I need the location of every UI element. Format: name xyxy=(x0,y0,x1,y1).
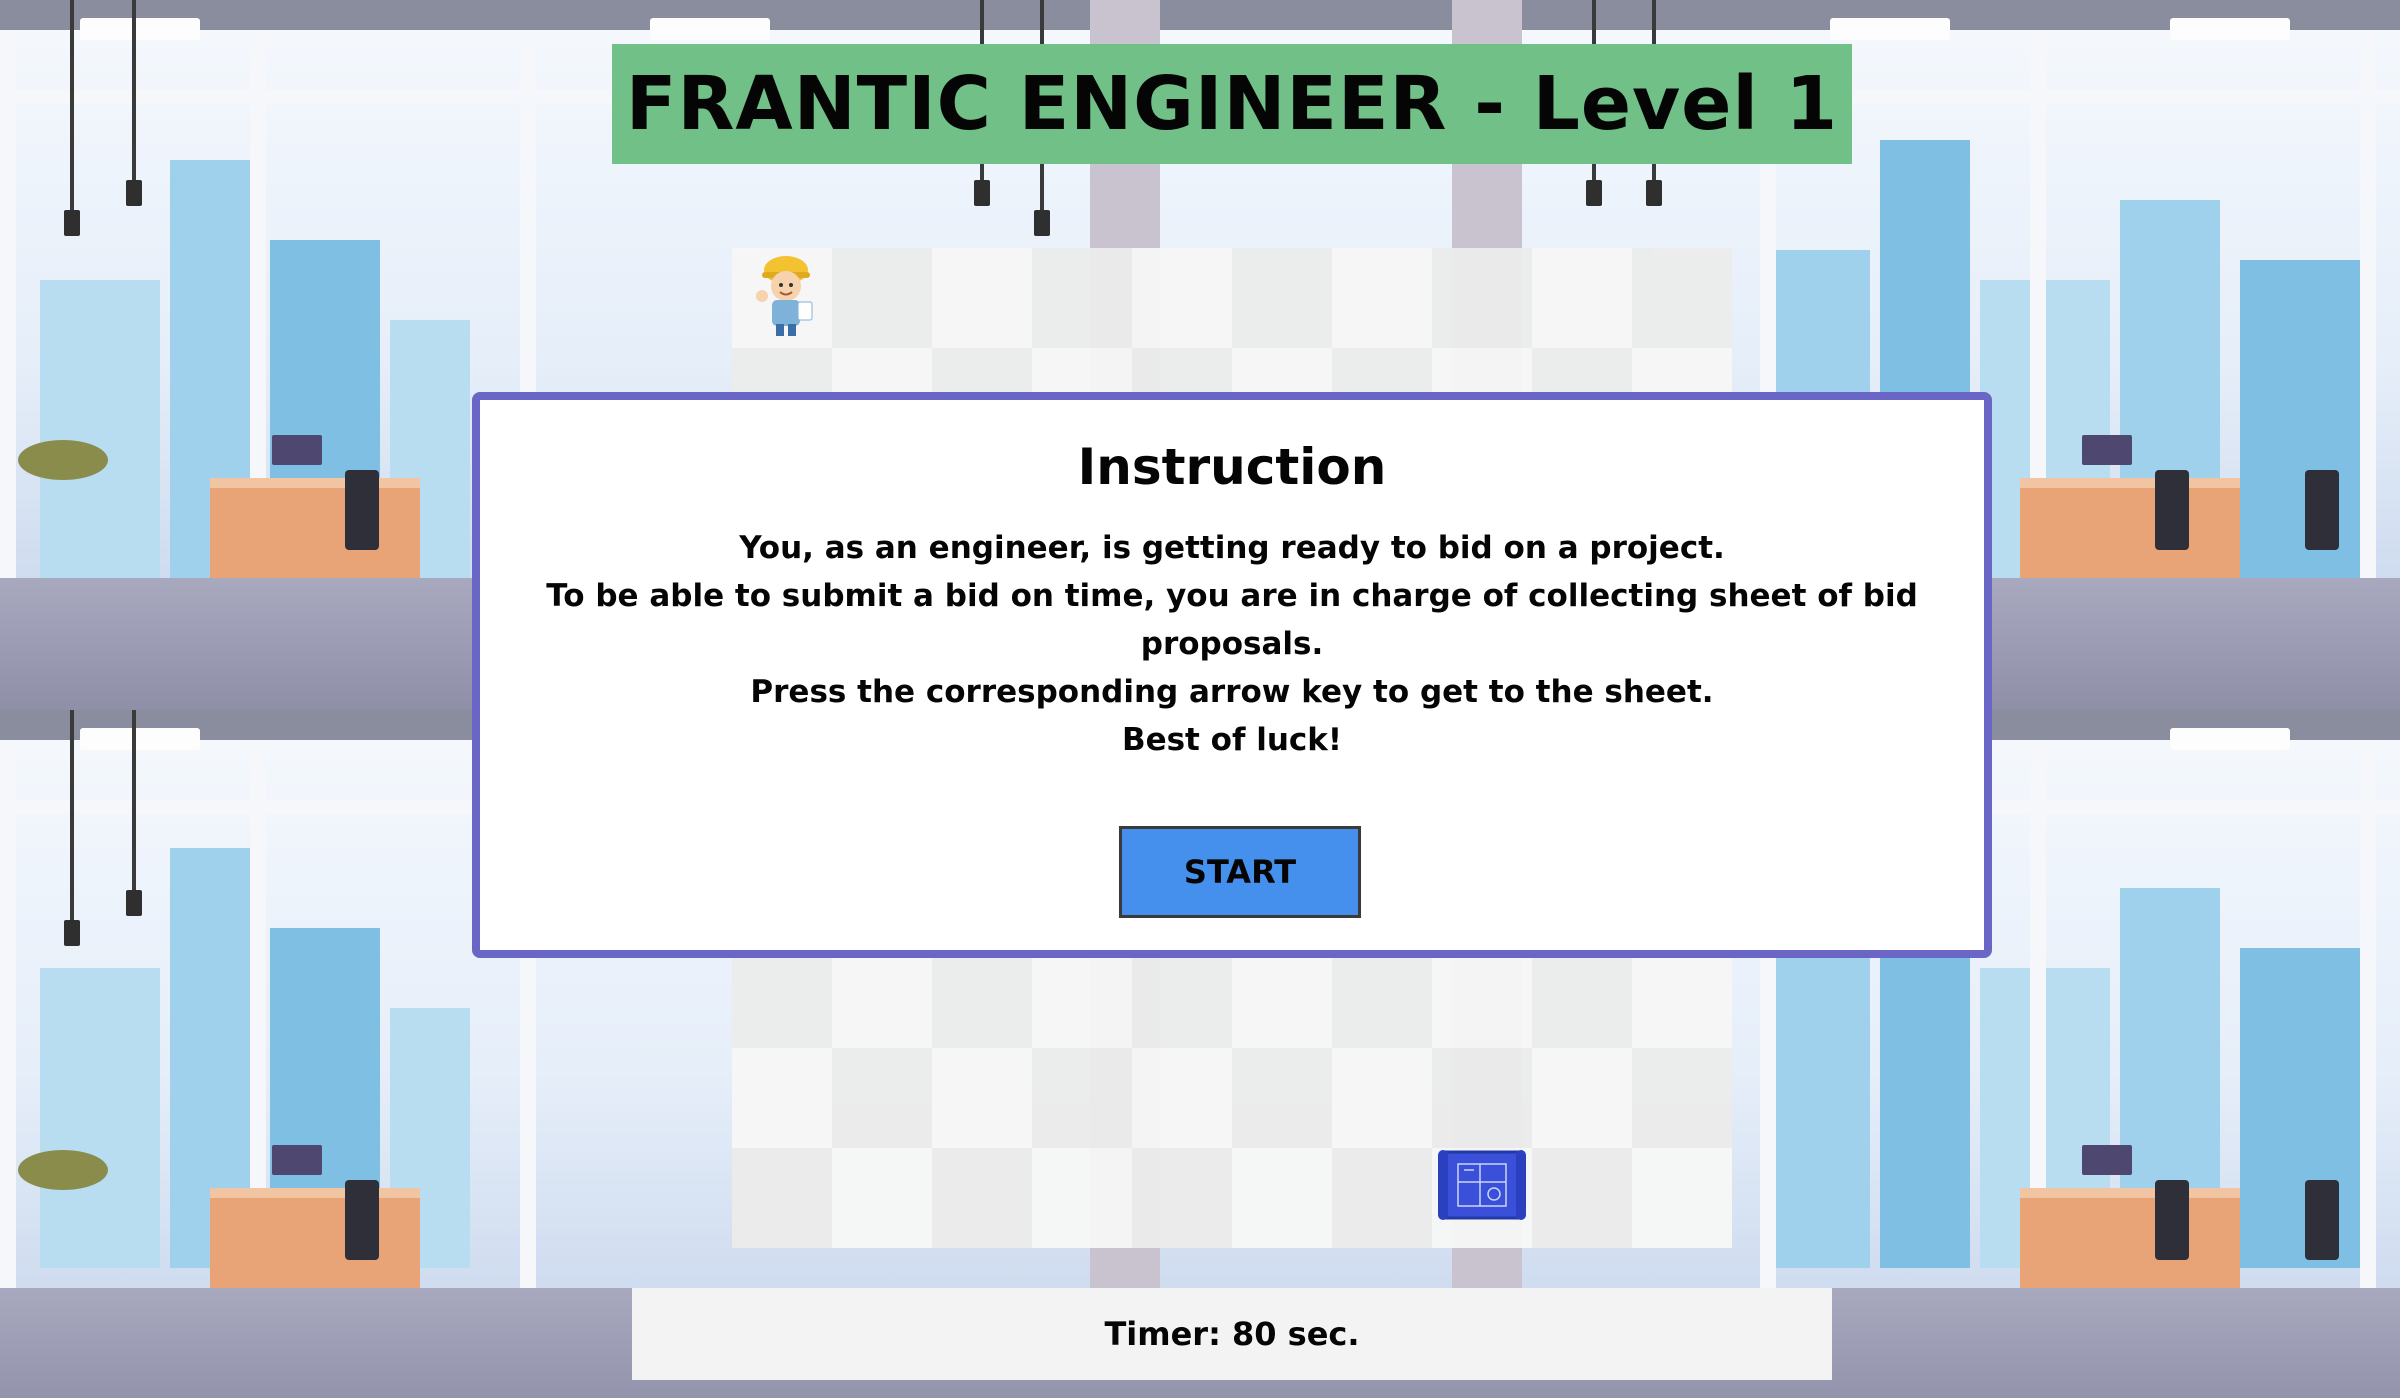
game-title-bar: FRANTIC ENGINEER - Level 1 xyxy=(612,44,1852,164)
board-cell xyxy=(1132,1048,1232,1148)
timer-text: Timer: 80 sec. xyxy=(1104,1315,1360,1353)
board-cell xyxy=(1132,248,1232,348)
board-cell xyxy=(1032,248,1132,348)
board-cell xyxy=(1432,948,1532,1048)
board-cell xyxy=(1232,1148,1332,1248)
board-cell xyxy=(1532,248,1632,348)
instruction-line: You, as an engineer, is getting ready to… xyxy=(739,530,1725,566)
board-cell xyxy=(1532,948,1632,1048)
board-cell xyxy=(932,948,1032,1048)
board-cell xyxy=(1632,1048,1732,1148)
board-cell xyxy=(1232,1048,1332,1148)
board-cell xyxy=(732,1148,832,1248)
board-cell xyxy=(1232,948,1332,1048)
instruction-line: Best of luck! xyxy=(1121,722,1343,758)
board-cell xyxy=(1032,1148,1132,1248)
board-cell xyxy=(932,248,1032,348)
board-cell xyxy=(832,1148,932,1248)
engineer-icon xyxy=(748,248,820,338)
board-cell xyxy=(1332,1048,1432,1148)
instruction-heading: Instruction xyxy=(1077,438,1387,496)
board-cell xyxy=(1232,248,1332,348)
board-cell xyxy=(1532,1048,1632,1148)
board-cell xyxy=(1332,948,1432,1048)
board-cell xyxy=(1032,1048,1132,1148)
game-title: FRANTIC ENGINEER - Level 1 xyxy=(625,61,1839,147)
board-cell xyxy=(832,1048,932,1148)
board-cell xyxy=(832,948,932,1048)
board-cell xyxy=(1632,948,1732,1048)
instruction-text: You, as an engineer, is getting ready to… xyxy=(480,524,1984,764)
instruction-line: To be able to submit a bid on time, you … xyxy=(546,578,1918,662)
timer-bar: Timer: 80 sec. xyxy=(632,1288,1832,1380)
board-cell xyxy=(832,248,932,348)
board-cell xyxy=(1632,248,1732,348)
board-cell xyxy=(1432,248,1532,348)
instruction-modal: Instruction You, as an engineer, is gett… xyxy=(472,392,1992,958)
board-cell xyxy=(1432,1048,1532,1148)
board-cell xyxy=(1332,248,1432,348)
board-cell xyxy=(1532,1148,1632,1248)
board-cell xyxy=(1132,948,1232,1048)
board-cell xyxy=(1632,1148,1732,1248)
board-cell xyxy=(932,1148,1032,1248)
start-button[interactable]: START xyxy=(1119,826,1361,918)
blueprint-sheet-icon xyxy=(1436,1146,1528,1226)
board-cell xyxy=(932,1048,1032,1148)
board-cell xyxy=(1032,948,1132,1048)
board-cell xyxy=(732,948,832,1048)
board-cell xyxy=(732,1048,832,1148)
board-cell xyxy=(1132,1148,1232,1248)
board-cell xyxy=(1332,1148,1432,1248)
instruction-line: Press the corresponding arrow key to get… xyxy=(750,674,1714,710)
